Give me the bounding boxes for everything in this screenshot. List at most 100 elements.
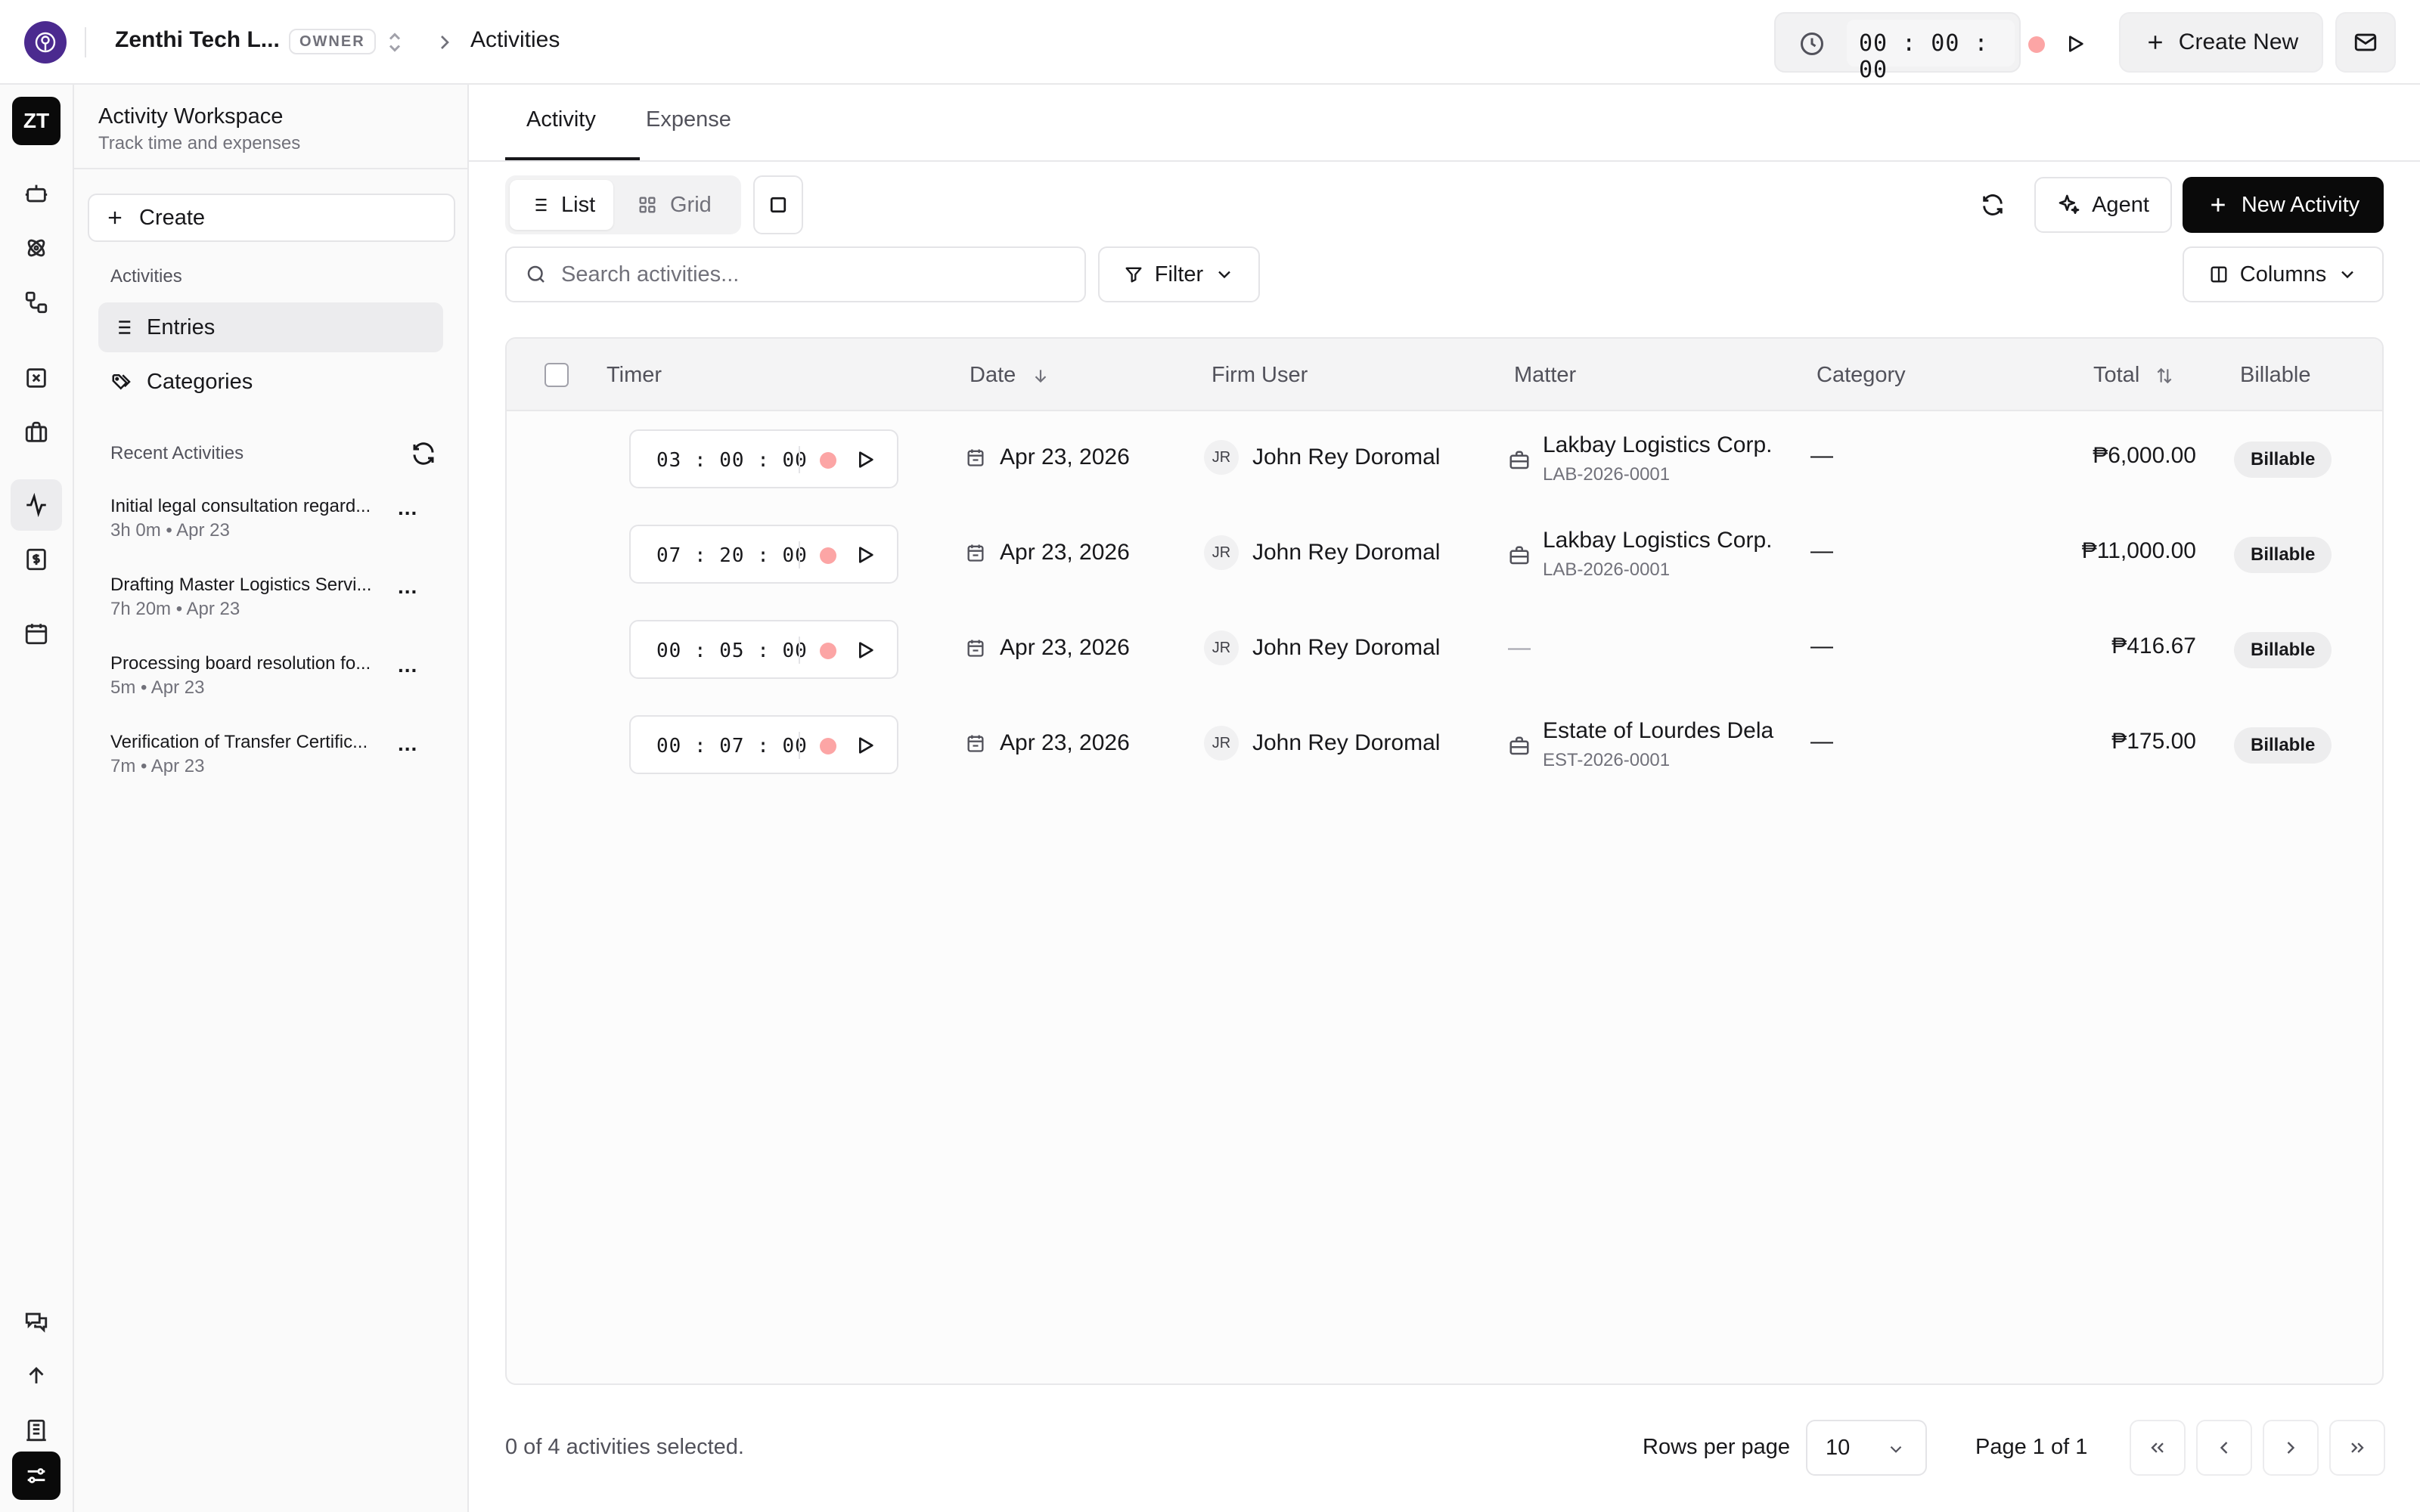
- sidebar-item-categories[interactable]: Categories: [98, 357, 443, 407]
- rail-messages[interactable]: [21, 1306, 51, 1337]
- column-header-billable[interactable]: Billable: [2240, 363, 2311, 388]
- play-icon[interactable]: [853, 733, 877, 758]
- rail-documents[interactable]: [21, 363, 51, 393]
- record-dot: [820, 547, 836, 564]
- search-icon: [527, 265, 544, 283]
- row-timer-value: 03 : 00 : 00: [656, 449, 808, 472]
- rail-billing[interactable]: [21, 544, 51, 575]
- briefcase-icon: [1509, 546, 1529, 565]
- recent-activity-item[interactable]: Verification of Transfer Certific... 7m …: [110, 732, 443, 777]
- icon-rail: ZT: [0, 85, 74, 1512]
- rows-per-page-select[interactable]: 10: [1806, 1420, 1927, 1476]
- workflow-icon: [25, 291, 48, 314]
- chevrons-up-down-icon[interactable]: [381, 29, 408, 56]
- table-row[interactable]: 00 : 07 : 00 Apr 23, 2026 JR John Rey Do…: [507, 697, 2382, 792]
- play-icon[interactable]: [2063, 32, 2087, 56]
- recent-activity-item[interactable]: Initial legal consultation regard... 3h …: [110, 496, 443, 541]
- play-icon[interactable]: [853, 543, 877, 567]
- plus-icon: [2149, 36, 2162, 49]
- rail-activities[interactable]: [11, 479, 62, 531]
- filter-button[interactable]: Filter: [1098, 246, 1260, 302]
- refresh-button[interactable]: [1975, 187, 2010, 222]
- avatar: JR: [1204, 631, 1239, 665]
- tab-expense[interactable]: Expense: [646, 107, 731, 132]
- rail-matters[interactable]: [21, 417, 51, 448]
- row-timer-value: 00 : 05 : 00: [656, 640, 808, 662]
- cell-firm-user: JR John Rey Doromal: [1204, 631, 1440, 665]
- next-page-button[interactable]: [2263, 1420, 2319, 1476]
- refresh-icon: [1983, 194, 2003, 215]
- create-new-button[interactable]: Create New: [2119, 12, 2323, 73]
- agent-button[interactable]: Agent: [2034, 177, 2172, 233]
- table-row[interactable]: 07 : 20 : 00 Apr 23, 2026 JR John Rey Do…: [507, 507, 2382, 602]
- more-options-icon[interactable]: ...: [398, 653, 417, 677]
- first-page-button[interactable]: [2130, 1420, 2186, 1476]
- column-header-matter[interactable]: Matter: [1514, 363, 1576, 388]
- row-timer: 07 : 20 : 00: [629, 525, 898, 584]
- arrow-up-down-icon: [2157, 367, 2172, 383]
- search-input[interactable]: [561, 262, 1075, 287]
- view-grid-button[interactable]: Grid: [619, 180, 730, 230]
- table-row[interactable]: 03 : 00 : 00 Apr 23, 2026 JR John Rey Do…: [507, 411, 2382, 507]
- avatar: JR: [1204, 726, 1239, 761]
- workspace-avatar[interactable]: ZT: [12, 97, 60, 145]
- rail-upload[interactable]: [21, 1361, 51, 1391]
- column-header-total[interactable]: Total: [2093, 363, 2174, 388]
- selection-count: 0 of 4 activities selected.: [505, 1435, 744, 1459]
- play-icon[interactable]: [853, 448, 877, 472]
- rail-atom[interactable]: [21, 233, 51, 263]
- bot-icon: [25, 184, 48, 203]
- agent-label: Agent: [2092, 192, 2149, 217]
- brand-logo[interactable]: [24, 21, 67, 64]
- recent-activity-title: Drafting Master Logistics Servi...: [110, 575, 372, 595]
- previous-page-button[interactable]: [2196, 1420, 2252, 1476]
- calendar-icon: [967, 449, 984, 466]
- refresh-icon[interactable]: [410, 440, 437, 467]
- select-all-checkbox[interactable]: [544, 363, 569, 387]
- more-options-icon[interactable]: ...: [398, 496, 417, 520]
- view-list-button[interactable]: List: [510, 180, 614, 230]
- more-options-icon[interactable]: ...: [398, 575, 417, 599]
- cell-firm-user: JR John Rey Doromal: [1204, 535, 1440, 570]
- play-icon[interactable]: [853, 638, 877, 662]
- header-label: Date: [970, 363, 1016, 387]
- table-header: Timer Date Firm User Matter Category Tot…: [507, 339, 2382, 411]
- column-header-timer[interactable]: Timer: [607, 363, 662, 388]
- select-mode-button[interactable]: [753, 175, 803, 234]
- avatar: JR: [1204, 535, 1239, 570]
- view-toggle: List Grid: [505, 175, 741, 234]
- column-header-date[interactable]: Date: [970, 363, 1050, 388]
- recent-activity-meta: 7h 20m • Apr 23: [110, 599, 240, 619]
- column-header-firm-user[interactable]: Firm User: [1212, 363, 1308, 388]
- rail-workflow[interactable]: [21, 287, 51, 318]
- settings-button[interactable]: [12, 1452, 60, 1500]
- recent-activity-item[interactable]: Drafting Master Logistics Servi... 7h 20…: [110, 575, 443, 620]
- new-activity-button[interactable]: New Activity: [2183, 177, 2384, 233]
- briefcase-icon: [1509, 736, 1529, 755]
- sidebar-item-entries[interactable]: Entries: [98, 302, 443, 352]
- chevron-down-icon: [1890, 1445, 1902, 1453]
- column-header-category[interactable]: Category: [1817, 363, 1906, 388]
- record-dot: [820, 452, 836, 469]
- rail-bot[interactable]: [21, 178, 51, 209]
- billable-badge: Billable: [2234, 442, 2332, 478]
- tags-icon: [112, 374, 131, 390]
- section-recent-heading: Recent Activities: [110, 443, 244, 463]
- chevron-right-icon: [2287, 1442, 2295, 1454]
- rail-reports[interactable]: [21, 1415, 51, 1445]
- record-dot: [820, 738, 836, 754]
- cell-total: ₱175.00: [2111, 729, 2196, 754]
- org-name[interactable]: Zenthi Tech L...: [115, 27, 280, 53]
- header-label: Firm User: [1212, 363, 1308, 387]
- mail-button[interactable]: [2335, 12, 2396, 73]
- table-row[interactable]: 00 : 05 : 00 Apr 23, 2026 JR John Rey Do…: [507, 602, 2382, 697]
- more-options-icon[interactable]: ...: [398, 732, 417, 756]
- columns-button[interactable]: Columns: [2183, 246, 2384, 302]
- recent-activity-item[interactable]: Processing board resolution fo... 5m • A…: [110, 653, 443, 699]
- rail-calendar[interactable]: [21, 618, 51, 649]
- section-activities-heading: Activities: [110, 266, 182, 287]
- sidepanel-create-button[interactable]: Create: [88, 194, 455, 242]
- new-activity-label: New Activity: [2241, 192, 2360, 217]
- tab-activity[interactable]: Activity: [526, 107, 596, 132]
- last-page-button[interactable]: [2329, 1420, 2385, 1476]
